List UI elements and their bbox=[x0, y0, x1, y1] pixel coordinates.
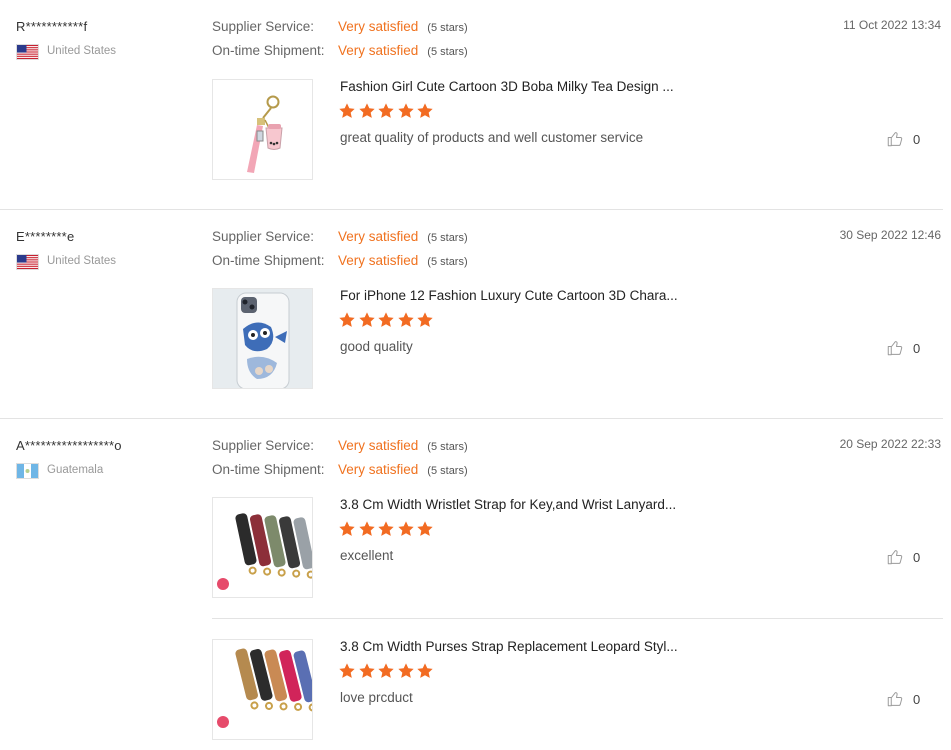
helpful-count: 0 bbox=[913, 549, 921, 565]
star-icon bbox=[377, 102, 395, 120]
star-icon bbox=[416, 102, 434, 120]
product-thumbnail[interactable] bbox=[212, 497, 313, 598]
reviewer-country: Guatemala bbox=[47, 464, 104, 476]
shipment-rating: On-time Shipment: Very satisfied (5 stars) bbox=[212, 42, 468, 60]
star-icon bbox=[397, 311, 415, 329]
us-flag-icon bbox=[17, 45, 38, 59]
product-title[interactable]: 3.8 Cm Width Purses Strap Replacement Le… bbox=[340, 639, 678, 654]
supplier-service-value: Very satisfied bbox=[338, 438, 419, 453]
camo-straps-image bbox=[217, 513, 312, 590]
star-icon bbox=[338, 662, 356, 680]
thumbs-up-icon bbox=[886, 548, 904, 566]
helpful-button[interactable]: 0 bbox=[886, 130, 920, 148]
star-icon bbox=[338, 520, 356, 538]
thumbs-up-icon bbox=[886, 339, 904, 357]
product-rating-stars bbox=[338, 520, 434, 538]
review-comment: great quality of products and well custo… bbox=[340, 130, 644, 145]
star-icon bbox=[397, 102, 415, 120]
shipment-value: Very satisfied bbox=[338, 43, 419, 58]
product-thumbnail[interactable] bbox=[212, 288, 313, 389]
supplier-service-rating: Supplier Service: Very satisfied (5 stars) bbox=[212, 228, 468, 246]
product-rating-stars bbox=[338, 311, 434, 329]
product-title[interactable]: 3.8 Cm Width Wristlet Strap for Key,and … bbox=[340, 497, 676, 512]
star-icon bbox=[358, 102, 376, 120]
supplier-service-label: Supplier Service: bbox=[212, 438, 315, 453]
star-icon bbox=[377, 311, 395, 329]
shipment-stars: (5 stars) bbox=[427, 465, 468, 477]
product-rating-stars bbox=[338, 662, 434, 680]
review-card: E********e United States Supplier Servic… bbox=[0, 210, 943, 419]
star-icon bbox=[338, 102, 356, 120]
reviewer-name: R***********f bbox=[16, 19, 88, 34]
helpful-count: 0 bbox=[913, 691, 921, 707]
star-icon bbox=[416, 520, 434, 538]
supplier-service-value: Very satisfied bbox=[338, 229, 419, 244]
helpful-button[interactable]: 0 bbox=[886, 339, 920, 357]
supplier-service-rating: Supplier Service: Very satisfied (5 stars) bbox=[212, 18, 468, 36]
reviewed-product: 3.8 Cm Width Purses Strap Replacement Le… bbox=[212, 618, 943, 740]
shipment-value: Very satisfied bbox=[338, 253, 419, 268]
reviewed-product: For iPhone 12 Fashion Luxury Cute Cartoo… bbox=[212, 288, 943, 389]
shipment-stars: (5 stars) bbox=[427, 46, 468, 58]
shipment-value: Very satisfied bbox=[338, 462, 419, 477]
review-date: 20 Sep 2022 22:33 bbox=[839, 437, 941, 451]
star-icon bbox=[397, 520, 415, 538]
review-comment: love prcduct bbox=[340, 690, 413, 705]
shipment-label: On-time Shipment: bbox=[212, 253, 325, 268]
star-icon bbox=[377, 520, 395, 538]
star-icon bbox=[358, 662, 376, 680]
reviewed-product: 3.8 Cm Width Wristlet Strap for Key,and … bbox=[212, 497, 943, 598]
thumbs-up-icon bbox=[886, 130, 904, 148]
supplier-service-value: Very satisfied bbox=[338, 19, 419, 34]
product-rating-stars bbox=[338, 102, 434, 120]
review-card: R***********f United States Supplier Ser… bbox=[0, 0, 943, 210]
shipment-label: On-time Shipment: bbox=[212, 462, 325, 477]
product-title[interactable]: Fashion Girl Cute Cartoon 3D Boba Milky … bbox=[340, 79, 674, 94]
reviews-page: R***********f United States Supplier Ser… bbox=[0, 0, 951, 750]
star-icon bbox=[338, 311, 356, 329]
helpful-button[interactable]: 0 bbox=[886, 548, 920, 566]
reviewer-name: E********e bbox=[16, 229, 75, 244]
star-icon bbox=[416, 311, 434, 329]
supplier-service-label: Supplier Service: bbox=[212, 229, 315, 244]
product-thumbnail[interactable] bbox=[212, 79, 313, 180]
supplier-service-stars: (5 stars) bbox=[427, 22, 468, 34]
reviewed-product: Fashion Girl Cute Cartoon 3D Boba Milky … bbox=[212, 79, 943, 180]
review-date: 11 Oct 2022 13:34 bbox=[843, 18, 941, 32]
product-thumbnail[interactable] bbox=[212, 639, 313, 740]
review-date: 30 Sep 2022 12:46 bbox=[839, 228, 941, 242]
leopard-straps-image bbox=[217, 648, 312, 728]
helpful-count: 0 bbox=[913, 131, 921, 147]
star-icon bbox=[358, 311, 376, 329]
reviewer-name: A*****************o bbox=[16, 438, 122, 453]
supplier-service-label: Supplier Service: bbox=[212, 19, 315, 34]
helpful-button[interactable]: 0 bbox=[886, 690, 920, 708]
star-icon bbox=[416, 662, 434, 680]
star-icon bbox=[358, 520, 376, 538]
product-title[interactable]: For iPhone 12 Fashion Luxury Cute Cartoo… bbox=[340, 288, 678, 303]
review-comment: excellent bbox=[340, 548, 394, 563]
boba-keychain-image bbox=[247, 95, 283, 173]
supplier-service-rating: Supplier Service: Very satisfied (5 stars) bbox=[212, 437, 468, 455]
shipment-rating: On-time Shipment: Very satisfied (5 stars) bbox=[212, 252, 468, 270]
supplier-service-stars: (5 stars) bbox=[427, 441, 468, 453]
helpful-count: 0 bbox=[913, 340, 921, 356]
review-comment: good quality bbox=[340, 339, 413, 354]
shipment-label: On-time Shipment: bbox=[212, 43, 325, 58]
reviewer-country: United States bbox=[47, 45, 117, 57]
star-icon bbox=[397, 662, 415, 680]
thumbs-up-icon bbox=[886, 690, 904, 708]
reviewer-country: United States bbox=[47, 255, 117, 267]
shipment-rating: On-time Shipment: Very satisfied (5 stars) bbox=[212, 461, 468, 479]
star-icon bbox=[377, 662, 395, 680]
review-card: A*****************o Guatemala Supplier S… bbox=[0, 419, 943, 750]
shipment-stars: (5 stars) bbox=[427, 256, 468, 268]
guatemala-flag-icon bbox=[17, 464, 38, 478]
phone-case-image bbox=[213, 289, 312, 388]
supplier-service-stars: (5 stars) bbox=[427, 232, 468, 244]
us-flag-icon bbox=[17, 255, 38, 269]
